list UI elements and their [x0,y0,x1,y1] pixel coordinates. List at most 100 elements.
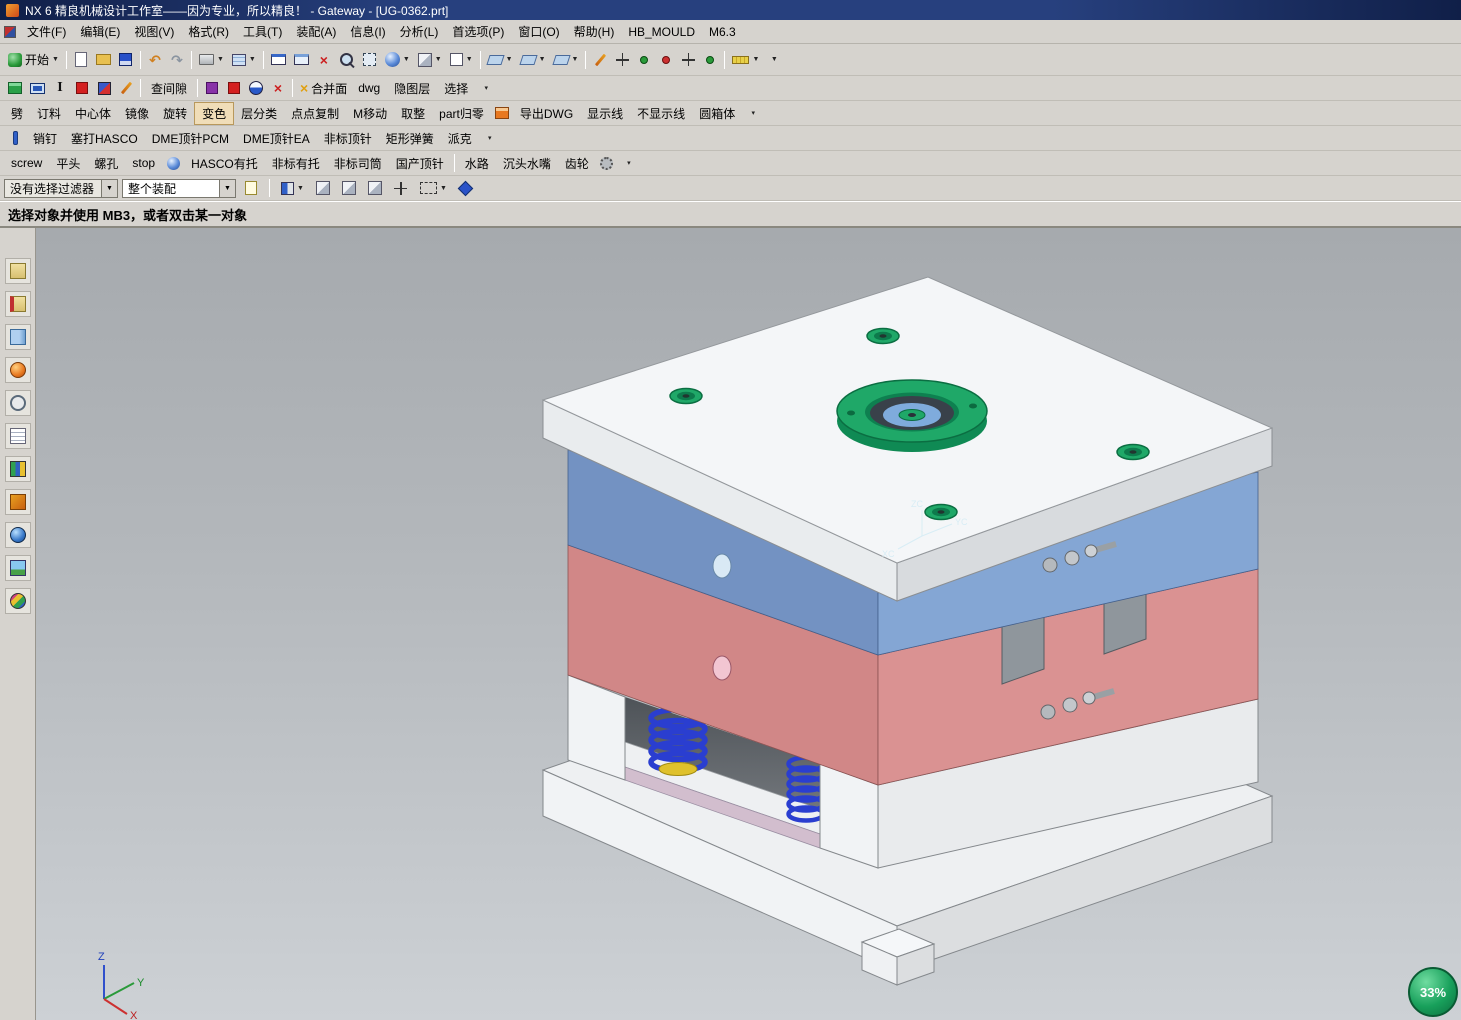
merge-face-button[interactable]: × 合并面 [296,77,351,99]
measure-button[interactable]: ▼ [728,49,763,71]
rectangle-select-button[interactable]: ▼ [416,177,451,199]
domestic-ejector-button[interactable]: 国产顶针 [389,153,451,174]
csys-button[interactable]: ▼ [517,49,550,71]
assembly-navigator-tab[interactable] [4,258,31,284]
select-button[interactable]: 选择 [437,78,475,99]
hide-lines-button[interactable]: 不显示线 [630,103,692,124]
flat-head-button[interactable]: 平头 [49,153,87,174]
toolbar-overflow-button[interactable]: ▾ [742,102,764,124]
display-window-button[interactable] [267,49,290,71]
plot-button[interactable]: ▼ [228,49,260,71]
show-lines-button[interactable]: 显示线 [580,103,630,124]
zoom-button[interactable] [335,49,359,71]
ball-icon-button[interactable] [162,152,184,174]
toolbar-overflow-button[interactable]: ▾ [475,77,497,99]
snap-end-button[interactable] [633,49,655,71]
pin-icon-button[interactable] [4,127,26,149]
export-dwg-button[interactable]: 导出DWG [513,103,580,124]
part-navigator-tab[interactable] [4,324,31,350]
graphics-window[interactable]: ZC YC XC Z Y X 33% [36,228,1461,1020]
dme-ejector-ea-button[interactable]: DME顶针EA [236,128,317,149]
point-dialog-button[interactable]: ▼ [550,49,583,71]
parker-button[interactable]: 派克 [441,128,479,149]
new-window-button[interactable] [290,49,313,71]
selection-scope-combo[interactable]: 整个装配 ▼ [122,178,236,198]
menu-preferences[interactable]: 首选项(P) [445,20,511,43]
snap-intersect-button[interactable] [699,49,721,71]
screw-hole-button[interactable]: 螺孔 [87,153,125,174]
layer-sort-button[interactable]: 层分类 [234,103,284,124]
menu-edit[interactable]: 编辑(E) [73,20,127,43]
gear-icon-button[interactable] [596,152,618,174]
point-copy-button[interactable]: 点点复制 [284,103,346,124]
snap-point-button[interactable] [611,49,633,71]
rect-spring-button[interactable]: 矩形弹簧 [379,128,441,149]
undo-button[interactable]: ↶ [144,49,166,71]
new-button[interactable] [70,49,92,71]
mirror-button[interactable]: 镜像 [118,103,156,124]
rotate-button[interactable]: 旋转 [156,103,194,124]
redo-button[interactable]: ↷ [166,49,188,71]
snap-mid-button[interactable] [655,49,677,71]
hasco-plug-button[interactable]: 塞打HASCO [64,128,145,149]
delete-button[interactable]: × [313,49,335,71]
dowel-button[interactable]: 销钉 [26,128,64,149]
check-gap-button[interactable]: 查间隙 [144,78,194,99]
countersunk-nozzle-button[interactable]: 沉头水嘴 [496,153,558,174]
export-icon-button[interactable] [491,102,513,124]
palette-tab[interactable] [4,588,31,614]
change-color-button[interactable]: 变色 [194,101,235,125]
snapshot-button[interactable] [240,177,262,199]
toolbar-overflow-button[interactable]: ▾ [618,152,640,174]
titlebar[interactable]: NX 6 精良机械设计工作室——因为专业，所以精良！ - Gateway - [… [0,0,1461,20]
dme-ejector-pcm-button[interactable]: DME顶针PCM [145,128,236,149]
selection-filter-combo[interactable]: 没有选择过滤器 ▼ [4,178,118,198]
sketch-button[interactable] [589,49,611,71]
menu-assemblies[interactable]: 装配(A) [289,20,343,43]
mold-assembly-model[interactable]: ZC YC XC [541,276,1274,986]
red-layer-button[interactable] [223,77,245,99]
open-button[interactable] [92,49,115,71]
menu-format[interactable]: 格式(R) [181,20,236,43]
visualization-tab[interactable] [4,456,31,482]
wireframe-view-button[interactable]: ▼ [414,49,446,71]
menu-view[interactable]: 视图(V) [127,20,181,43]
fit-view-button[interactable] [359,49,381,71]
snap-center-button[interactable] [677,49,699,71]
combo-arrow-icon[interactable]: ▼ [101,179,117,197]
roles-tab[interactable] [4,489,31,515]
snap-toggle-button[interactable] [390,177,412,199]
round-box-button[interactable]: 圆箱体 [692,103,742,124]
shaded-ball-button[interactable] [245,77,267,99]
menu-file[interactable]: 文件(F) [20,20,73,43]
print-button[interactable]: ▼ [195,49,228,71]
toolbar-overflow-button[interactable]: ▾ [479,127,501,149]
split-button[interactable]: 劈 [4,103,30,124]
face-filter-button[interactable] [312,177,334,199]
hasco-shoulder-button[interactable]: HASCO有托 [184,153,265,174]
menu-information[interactable]: 信息(I) [343,20,392,43]
highlight-button[interactable] [455,177,477,199]
nonstandard-ejector-button[interactable]: 非标顶针 [317,128,379,149]
red-square-button[interactable] [71,77,93,99]
edit-pencil-button[interactable] [115,77,137,99]
order-material-button[interactable]: 订料 [30,103,68,124]
menu-window[interactable]: 窗口(O) [511,20,566,43]
menu-help[interactable]: 帮助(H) [567,20,622,43]
delete-face-button[interactable]: × [267,77,289,99]
nonstd-shoulder-button[interactable]: 非标有托 [265,153,327,174]
annotation-button[interactable]: I [49,77,71,99]
combo-arrow-icon[interactable]: ▼ [219,179,235,197]
purple-layer-button[interactable] [201,77,223,99]
background-button[interactable]: ▼ [446,49,477,71]
information-tab[interactable] [4,423,31,449]
image-tab[interactable] [4,555,31,581]
body-filter-button[interactable] [364,177,386,199]
round-off-button[interactable]: 取整 [394,103,432,124]
center-body-button[interactable]: 中心体 [68,103,118,124]
shaded-view-button[interactable]: ▼ [381,49,414,71]
nonstd-sleeve-button[interactable]: 非标司筒 [327,153,389,174]
paint-button[interactable] [4,77,26,99]
menu-analysis[interactable]: 分析(L) [393,20,446,43]
toolbar-overflow-button[interactable]: ▼ [763,49,785,71]
